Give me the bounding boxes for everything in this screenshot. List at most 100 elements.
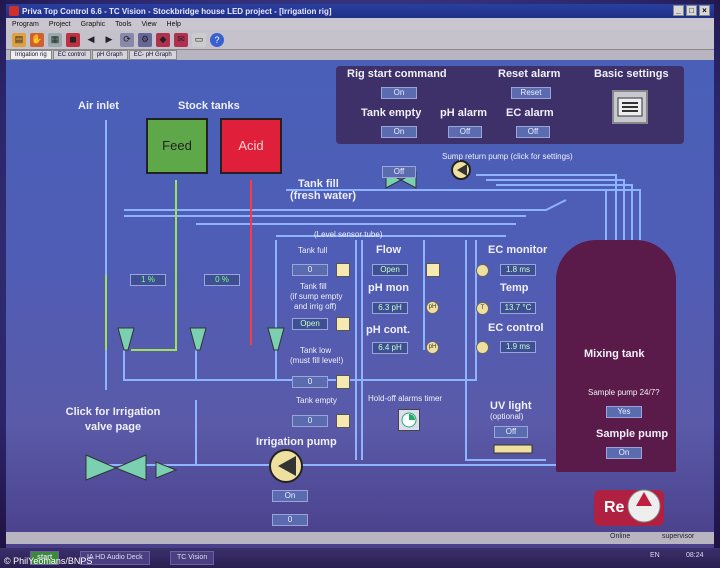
tank-empty-indicator bbox=[336, 414, 350, 428]
uv-light-optional-label: (optional) bbox=[490, 412, 524, 421]
menu-help[interactable]: Help bbox=[167, 21, 181, 28]
feed-mixer-2-icon bbox=[189, 327, 207, 351]
level-sensor-label: (Level sensor tube) bbox=[314, 230, 383, 239]
forward-icon[interactable]: ▶ bbox=[102, 33, 116, 47]
flow-indicator bbox=[426, 263, 440, 277]
temp-label: Temp bbox=[500, 282, 529, 294]
menu-program[interactable]: Program bbox=[12, 21, 39, 28]
refresh-icon[interactable]: ⟳ bbox=[120, 32, 134, 47]
tank-fill-sump-label-1: Tank fill bbox=[300, 282, 327, 291]
menu-view[interactable]: View bbox=[142, 21, 157, 28]
tab-strip: Irrigation rig EC control pH Graph EC- p… bbox=[6, 50, 714, 60]
tank-low-label-1: Tank low bbox=[300, 346, 332, 355]
settings-window-icon bbox=[617, 97, 643, 117]
timer-icon bbox=[401, 412, 417, 428]
menu-bar: Program Project Graphic Tools View Help bbox=[6, 18, 714, 30]
irrigation-pump-number: 0 bbox=[272, 514, 308, 526]
sample-pump-value[interactable]: On bbox=[606, 447, 642, 459]
sample-pump-24-value[interactable]: Yes bbox=[606, 406, 642, 418]
sample-pump-24-label: Sample pump 24/7? bbox=[588, 388, 660, 397]
window-title: Priva Top Control 6.6 - TC Vision - Stoc… bbox=[22, 6, 332, 16]
open-icon[interactable]: ▤ bbox=[12, 32, 26, 47]
reset-alarm-button[interactable]: Reset bbox=[511, 87, 551, 99]
ph-alarm-value[interactable]: Off bbox=[448, 126, 482, 138]
ph-mon-sensor-icon: pH bbox=[426, 301, 439, 314]
acid-tank[interactable]: Acid bbox=[220, 118, 282, 174]
print-icon[interactable]: ▦ bbox=[48, 32, 62, 47]
tank-fill-label: Tank fill bbox=[298, 178, 339, 190]
irrigation-pump-value[interactable]: On bbox=[272, 490, 308, 502]
flag-icon[interactable]: ◆ bbox=[156, 32, 170, 47]
tank-low-indicator bbox=[336, 375, 350, 389]
help-icon[interactable]: ? bbox=[210, 32, 224, 47]
tank-fill-sump-label-3: and irrig off) bbox=[294, 302, 337, 311]
close-button[interactable]: × bbox=[699, 5, 710, 16]
tab-ph-graph[interactable]: pH Graph bbox=[91, 50, 128, 60]
app-icon bbox=[9, 6, 19, 16]
riser-pipes bbox=[195, 330, 277, 380]
feed-tank[interactable]: Feed bbox=[146, 118, 208, 174]
tank-full-value: 0 bbox=[292, 264, 328, 276]
tab-irrigation-rig[interactable]: Irrigation rig bbox=[10, 50, 52, 60]
tank-empty-alarm-value[interactable]: On bbox=[381, 126, 417, 138]
rig-start-label: Rig start command bbox=[347, 68, 447, 80]
basic-settings-button[interactable] bbox=[612, 90, 648, 124]
title-bar: Priva Top Control 6.6 - TC Vision - Stoc… bbox=[6, 4, 714, 18]
back-icon[interactable]: ◀ bbox=[84, 33, 98, 47]
tool-icon[interactable]: ✋ bbox=[30, 32, 44, 47]
ec-monitor-sensor-icon bbox=[476, 264, 489, 277]
ph-cont-label: pH cont. bbox=[366, 324, 410, 336]
tab-ec-control[interactable]: EC control bbox=[52, 50, 91, 60]
tank-low-label-2: (must fill level!) bbox=[290, 356, 344, 365]
tab-ec-ph-graph[interactable]: EC- pH Graph bbox=[128, 50, 177, 60]
status-user: supervisor bbox=[662, 533, 695, 540]
minimize-button[interactable]: _ bbox=[673, 5, 684, 16]
hold-off-timer-button[interactable] bbox=[398, 409, 420, 431]
return-pipes bbox=[476, 174, 641, 240]
ph-mon-value: 6.3 pH bbox=[372, 302, 408, 314]
menu-tools[interactable]: Tools bbox=[115, 21, 131, 28]
sump-return-label[interactable]: Sump return pump (click for settings) bbox=[442, 152, 573, 161]
mixing-tank-label: Mixing tank bbox=[584, 348, 645, 360]
ph-alarm-label: pH alarm bbox=[440, 107, 488, 119]
uv-light-icon bbox=[493, 444, 533, 454]
ph-mon-label: pH mon bbox=[368, 282, 409, 294]
settings-icon[interactable]: ⚙ bbox=[138, 32, 152, 47]
irrigation-link-line1[interactable]: Click for Irrigation bbox=[58, 406, 168, 418]
mail-icon[interactable]: ✉ bbox=[174, 32, 188, 47]
tank-fill-sump-indicator bbox=[336, 317, 350, 331]
window-icon[interactable]: ▭ bbox=[192, 32, 206, 47]
tank-fill-sump-value[interactable]: Open bbox=[292, 318, 328, 330]
alarm-icon[interactable]: ◼ bbox=[66, 32, 80, 47]
basic-settings-label: Basic settings bbox=[594, 68, 669, 80]
rig-start-value[interactable]: On bbox=[381, 87, 417, 99]
irrigation-valve-icon bbox=[85, 454, 147, 481]
irrigation-link-line2[interactable]: valve page bbox=[58, 421, 168, 433]
temp-sensor-icon: T bbox=[476, 302, 489, 315]
clock: 08:24 bbox=[686, 552, 704, 559]
temp-value: 13.7 °C bbox=[500, 302, 536, 314]
air-inlet-label: Air inlet bbox=[78, 100, 119, 112]
ec-control-label: EC control bbox=[488, 322, 544, 334]
tank-empty-alarm-label: Tank empty bbox=[361, 107, 422, 119]
feed-percent[interactable]: 1 % bbox=[130, 274, 166, 286]
menu-graphic[interactable]: Graphic bbox=[81, 21, 106, 28]
stock-tanks-label: Stock tanks bbox=[178, 100, 240, 112]
uv-light-value[interactable]: Off bbox=[494, 426, 528, 438]
ec-control-sensor-icon bbox=[476, 341, 489, 354]
maximize-button[interactable]: □ bbox=[686, 5, 697, 16]
screen-frame: Priva Top Control 6.6 - TC Vision - Stoc… bbox=[0, 0, 720, 568]
feed-mixer-icon bbox=[117, 327, 135, 351]
status-online: Online bbox=[610, 533, 631, 540]
logo-icon bbox=[627, 489, 661, 523]
menu-project[interactable]: Project bbox=[49, 21, 71, 28]
ec-monitor-value: 1.8 ms bbox=[500, 264, 536, 276]
flow-label: Flow bbox=[376, 244, 402, 256]
irrigation-pump-label: Irrigation pump bbox=[256, 436, 337, 448]
task-tc-vision[interactable]: TC Vision bbox=[170, 551, 215, 565]
acid-percent[interactable]: 0 % bbox=[204, 274, 240, 286]
tank-fill-value[interactable]: Off bbox=[382, 166, 416, 178]
reset-button-label: Re bbox=[604, 499, 625, 516]
flow-value: Open bbox=[372, 264, 408, 276]
ec-alarm-value[interactable]: Off bbox=[516, 126, 550, 138]
